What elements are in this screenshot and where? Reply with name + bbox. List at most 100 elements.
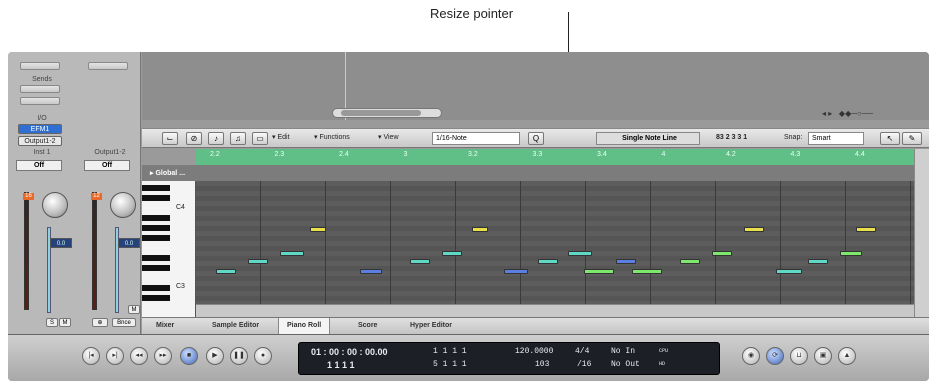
tab-score[interactable]: Score xyxy=(358,322,377,329)
insert-slot[interactable] xyxy=(20,62,60,70)
go-to-position-icon[interactable]: ▸| xyxy=(106,347,124,365)
io-label: I/O xyxy=(37,115,47,122)
midi-in-button[interactable]: ♪ xyxy=(208,132,224,145)
forward-icon[interactable]: ▸▸ xyxy=(154,347,172,365)
midi-note[interactable] xyxy=(744,227,764,232)
black-key[interactable] xyxy=(142,215,170,221)
pan-knob[interactable] xyxy=(110,192,136,218)
zoom-control[interactable]: ◂ ▸ ◆◆─○── xyxy=(822,109,873,118)
peak-level: 16 xyxy=(23,193,34,200)
rewind-icon[interactable]: ◂◂ xyxy=(130,347,148,365)
snap-select[interactable]: Smart xyxy=(808,132,864,145)
quantize-select[interactable]: 1/16-Note xyxy=(432,132,520,145)
output-slot[interactable]: Output1-2 xyxy=(18,136,62,146)
midi-note[interactable] xyxy=(616,259,636,264)
midi-note[interactable] xyxy=(248,259,268,264)
tempo-value[interactable]: 120.0000 xyxy=(515,347,553,356)
black-key[interactable] xyxy=(142,235,170,241)
midi-note[interactable] xyxy=(632,269,662,274)
midi-note[interactable] xyxy=(840,251,862,256)
piano-roll-vertical-scrollbar[interactable] xyxy=(914,149,929,317)
piano-keyboard[interactable]: C4 C3 xyxy=(142,181,196,317)
solo-mode-icon[interactable]: ▣ xyxy=(814,347,832,365)
insert-slot[interactable] xyxy=(88,62,128,70)
quantize-button[interactable]: Q xyxy=(528,132,544,145)
position-display: 83 2 3 3 1 xyxy=(716,134,748,141)
midi-note[interactable] xyxy=(538,259,558,264)
hd-meter-label: HD xyxy=(659,361,666,367)
midi-out-button[interactable]: ♫ xyxy=(230,132,246,145)
mute-button[interactable]: M xyxy=(128,305,140,314)
bar-ruler[interactable]: 2.2 2.3 2.4 3 3.2 3.3 3.4 4 4.2 4.3 4.4 xyxy=(196,149,927,165)
midi-note[interactable] xyxy=(568,251,592,256)
pencil-tool-icon[interactable]: ✎ xyxy=(902,132,922,145)
track-name-field: Single Note Line xyxy=(596,132,700,145)
midi-note[interactable] xyxy=(216,269,236,274)
midi-note[interactable] xyxy=(776,269,802,274)
play-icon[interactable]: ▶ xyxy=(206,347,224,365)
midi-note[interactable] xyxy=(808,259,828,264)
midi-note[interactable] xyxy=(410,259,430,264)
midi-note[interactable] xyxy=(472,227,488,232)
cycle-icon[interactable]: ⟳ xyxy=(766,347,784,365)
send-slot[interactable] xyxy=(20,85,60,93)
black-key[interactable] xyxy=(142,195,170,201)
black-key[interactable] xyxy=(142,185,170,191)
link-button[interactable]: ⌙ xyxy=(162,132,178,145)
automation-mode-off[interactable]: Off xyxy=(84,160,130,171)
edit-menu[interactable]: ▾ Edit xyxy=(272,132,290,145)
replace-mode-icon[interactable]: ◉ xyxy=(742,347,760,365)
midi-note[interactable] xyxy=(680,259,700,264)
midi-note[interactable] xyxy=(280,251,304,256)
autopunch-icon[interactable]: ⊔ xyxy=(790,347,808,365)
functions-menu[interactable]: ▾ Functions xyxy=(314,132,350,145)
black-key[interactable] xyxy=(142,255,170,261)
midi-out-status: No Out xyxy=(611,360,640,369)
pan-knob[interactable] xyxy=(42,192,68,218)
bounce-button[interactable]: Bnce xyxy=(112,318,136,327)
midi-note[interactable] xyxy=(360,269,382,274)
bar-time: 1 1 1 1 xyxy=(327,360,355,370)
metronome-icon[interactable]: ▲ xyxy=(838,347,856,365)
black-key[interactable] xyxy=(142,285,170,291)
midi-note[interactable] xyxy=(584,269,614,274)
midi-in-status: No In xyxy=(611,347,636,356)
midi-note[interactable] xyxy=(712,251,732,256)
arrange-area[interactable]: ◂ ▸ ◆◆─○── xyxy=(142,52,929,120)
marquee-button[interactable]: ▭ xyxy=(252,132,268,145)
stop-icon[interactable]: ■ xyxy=(180,347,198,365)
black-key[interactable] xyxy=(142,225,170,231)
transport-bar: |◂ ▸| ◂◂ ▸▸ ■ ▶ ❚❚ ● 01 : 00 : 00 : 00.0… xyxy=(8,334,929,381)
mute-button[interactable]: M xyxy=(59,318,71,327)
catch-button[interactable]: ⊘ xyxy=(186,132,202,145)
tab-hyper-editor[interactable]: Hyper Editor xyxy=(410,322,452,329)
midi-note[interactable] xyxy=(310,227,326,232)
time-signature[interactable]: 4/4 xyxy=(575,347,589,356)
black-key[interactable] xyxy=(142,265,170,271)
global-tracks-label[interactable]: ▸ Global ... xyxy=(150,169,185,177)
smpte-time: 01 : 00 : 00 : 00.00 xyxy=(311,347,388,357)
ruler-mark: 4 xyxy=(661,151,666,158)
black-key[interactable] xyxy=(142,295,170,301)
tab-mixer[interactable]: Mixer xyxy=(156,322,174,329)
pointer-tool-icon[interactable]: ↖ xyxy=(880,132,900,145)
key-label-c4: C4 xyxy=(176,204,185,211)
arrange-horizontal-scrollbar[interactable] xyxy=(332,108,442,118)
midi-note[interactable] xyxy=(856,227,876,232)
note-grid[interactable] xyxy=(196,181,914,317)
instrument-slot-efm1[interactable]: EFM1 xyxy=(18,124,62,134)
tab-sample-editor[interactable]: Sample Editor xyxy=(212,322,259,329)
solo-button[interactable]: S xyxy=(46,318,58,327)
division-value: 103 xyxy=(535,360,550,369)
tab-piano-roll[interactable]: Piano Roll xyxy=(278,318,331,335)
go-to-start-icon[interactable]: |◂ xyxy=(82,347,100,365)
record-icon[interactable]: ● xyxy=(254,347,272,365)
view-menu[interactable]: ▾ View xyxy=(378,132,399,145)
midi-note[interactable] xyxy=(442,251,462,256)
piano-roll-horizontal-scrollbar[interactable] xyxy=(196,304,914,317)
send-slot[interactable] xyxy=(20,97,60,105)
pause-icon[interactable]: ❚❚ xyxy=(230,347,248,365)
link-icon[interactable]: ⊕ xyxy=(92,318,108,327)
automation-mode-off[interactable]: Off xyxy=(16,160,62,171)
midi-note[interactable] xyxy=(504,269,528,274)
